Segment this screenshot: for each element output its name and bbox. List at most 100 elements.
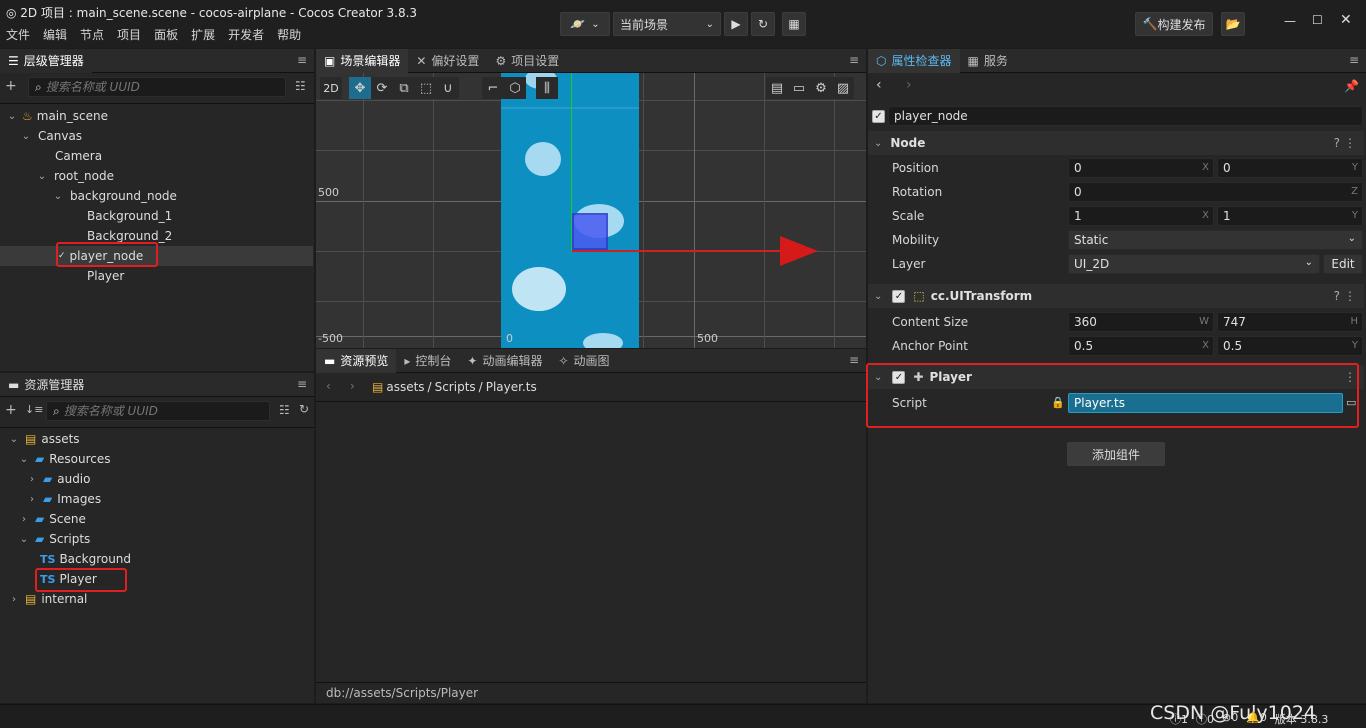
tree-item-player[interactable]: Player (0, 266, 313, 286)
player-sprite[interactable] (572, 213, 608, 250)
move-arrow-icon[interactable] (780, 236, 818, 266)
sort-icon[interactable]: ↓≡ (25, 403, 43, 416)
asset-item-scene[interactable]: › ▰ Scene (0, 509, 313, 529)
asset-item-internal[interactable]: › ▤ internal (0, 589, 313, 609)
asset-item-resources[interactable]: ⌄ ▰ Resources (0, 449, 313, 469)
uitransform-enabled-checkbox[interactable]: ✓ (892, 289, 906, 303)
tab-project-settings[interactable]: ⚙ 项目设置 (487, 49, 567, 73)
back-icon[interactable]: ‹ (876, 77, 882, 93)
tree-item-background-node[interactable]: ⌄ background_node (0, 186, 313, 206)
tab-animation-graph[interactable]: ✧ 动画图 (550, 349, 617, 373)
menu-developer[interactable]: 开发者 (228, 26, 264, 43)
pivot-icon[interactable]: ⌐ (482, 77, 504, 99)
tree-item-canvas[interactable]: ⌄ Canvas (0, 126, 313, 146)
menu-node[interactable]: 节点 (80, 26, 104, 43)
background-sprite[interactable] (501, 73, 639, 348)
position-x-input[interactable]: 0X (1068, 158, 1214, 178)
asset-item-images[interactable]: › ▰ Images (0, 489, 313, 509)
tab-services[interactable]: ▦ 服务 (960, 49, 1016, 73)
tree-item-main-scene[interactable]: ⌄ ♨ main_scene (0, 106, 313, 126)
tree-item-root-node[interactable]: ⌄ root_node (0, 166, 313, 186)
cube-icon[interactable]: ⬡ (504, 77, 526, 99)
panel-menu-icon[interactable]: ≡ (848, 354, 860, 366)
scale-tool-icon[interactable]: ⧉ (393, 77, 415, 99)
node-section-header[interactable]: ⌄ Node ? ⋮ (868, 131, 1364, 155)
asset-item-scripts[interactable]: ⌄ ▰ Scripts (0, 529, 313, 549)
align-icon[interactable]: ⫼ (536, 77, 558, 99)
warning-count[interactable]: ⓘ0 (1196, 711, 1214, 727)
panel-menu-icon[interactable]: ≡ (296, 54, 308, 66)
panel-menu-icon[interactable]: ≡ (1348, 54, 1360, 66)
refresh-button[interactable]: ↻ (751, 12, 775, 36)
error-count[interactable]: ⊗0 (1222, 711, 1238, 727)
scene-select[interactable]: 当前场景 ⌄ (613, 12, 721, 36)
tab-preferences[interactable]: ✕ 偏好设置 (408, 49, 487, 73)
layer-edit-button[interactable]: Edit (1323, 254, 1363, 274)
list-view-button[interactable]: ☷ (279, 403, 290, 417)
menu-file[interactable]: 文件 (6, 26, 30, 43)
notification-count[interactable]: 🔔0 (1246, 711, 1267, 727)
uitransform-section-header[interactable]: ⌄ ✓ ⬚ cc.UITransform ? ⋮ (868, 284, 1364, 308)
help-icon[interactable]: ? (1334, 136, 1340, 150)
minimize-button[interactable]: — (1284, 14, 1296, 28)
more-icon[interactable]: ⋮ (1344, 289, 1356, 303)
tab-scene-editor[interactable]: ▣ 场景编辑器 (316, 48, 409, 73)
x-axis-gizmo[interactable] (572, 250, 802, 252)
back-icon[interactable]: ‹ (326, 379, 331, 393)
snap-tool-icon[interactable]: ∪ (437, 77, 459, 99)
panel-menu-icon[interactable]: ≡ (848, 54, 860, 66)
sort-button[interactable]: ☷ (295, 79, 306, 93)
menu-edit[interactable]: 编辑 (43, 26, 67, 43)
forward-icon[interactable]: › (906, 77, 912, 93)
node-name-input[interactable]: player_node (888, 106, 1363, 126)
build-publish-button[interactable]: 🔨 构建发布 (1135, 12, 1213, 36)
open-folder-button[interactable]: 📂 (1221, 12, 1245, 36)
image-settings-icon[interactable]: ▨ (832, 77, 854, 99)
rotation-input[interactable]: 0Z (1068, 182, 1363, 202)
maximize-button[interactable]: ☐ (1312, 13, 1323, 27)
tab-console[interactable]: ▸ 控制台 (396, 349, 459, 373)
tab-inspector[interactable]: ⬡ 属性检查器 (868, 48, 960, 73)
layer-select[interactable]: UI_2D ⌄ (1068, 254, 1320, 274)
menu-panel[interactable]: 面板 (154, 26, 178, 43)
breadcrumb-assets[interactable]: assets (386, 380, 424, 394)
tab-animation-editor[interactable]: ✦ 动画编辑器 (459, 349, 550, 373)
grid-view-icon[interactable]: ▤ (766, 77, 788, 99)
content-width-input[interactable]: 360 W (1068, 312, 1214, 332)
menu-project[interactable]: 项目 (117, 26, 141, 43)
qrcode-button[interactable]: ▦ (782, 12, 806, 36)
node-active-checkbox[interactable]: ✓ (872, 110, 885, 123)
refresh-icon[interactable]: ↻ (299, 402, 309, 416)
scale-y-input[interactable]: 1Y (1217, 206, 1363, 226)
close-button[interactable]: ✕ (1340, 12, 1352, 28)
tab-assets[interactable]: ▬ 资源管理器 (0, 373, 92, 397)
asset-item-background-script[interactable]: TS Background (0, 549, 313, 569)
play-button[interactable]: ▶ (724, 12, 748, 36)
move-tool-icon[interactable]: ✥ (349, 77, 371, 99)
tree-item-background-1[interactable]: Background_1 (0, 206, 313, 226)
platform-select[interactable]: 🪐 ⌄ (560, 12, 610, 36)
asset-item-audio[interactable]: › ▰ audio (0, 469, 313, 489)
menu-help[interactable]: 帮助 (277, 26, 301, 43)
hierarchy-search-input[interactable]: ⌕ (28, 77, 286, 97)
info-count[interactable]: ⓘ1 (1170, 711, 1188, 727)
add-component-button[interactable]: 添加组件 (1067, 442, 1165, 466)
mode-2d-button[interactable]: 2D (320, 77, 342, 99)
rotate-tool-icon[interactable]: ⟳ (371, 77, 393, 99)
camera-icon[interactable]: ▭ (788, 77, 810, 99)
add-asset-button[interactable]: + (5, 402, 17, 418)
anchor-x-input[interactable]: 0.5 X (1068, 336, 1214, 356)
breadcrumb-file[interactable]: Player.ts (486, 380, 537, 394)
add-node-button[interactable]: + (5, 78, 17, 94)
mobility-select[interactable]: Static ⌄ (1068, 230, 1363, 250)
scale-x-input[interactable]: 1X (1068, 206, 1214, 226)
pin-icon[interactable]: 📌 (1344, 79, 1359, 93)
tab-hierarchy[interactable]: ☰ 层级管理器 (0, 48, 92, 73)
breadcrumb-scripts[interactable]: Scripts (435, 380, 476, 394)
anchor-y-input[interactable]: 0.5 Y (1217, 336, 1363, 356)
asset-item-assets[interactable]: ⌄ ▤ assets (0, 429, 313, 449)
panel-menu-icon[interactable]: ≡ (296, 378, 308, 390)
position-y-input[interactable]: 0Y (1217, 158, 1363, 178)
tree-item-camera[interactable]: Camera (0, 146, 313, 166)
tab-asset-preview[interactable]: ▬ 资源预览 (316, 348, 397, 373)
